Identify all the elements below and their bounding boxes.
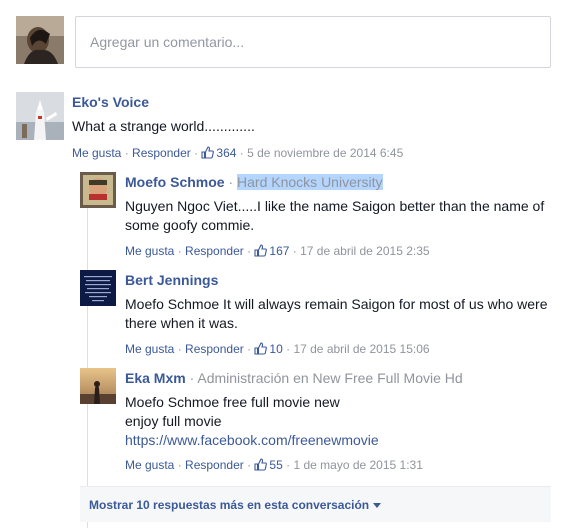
reply-text-line: enjoy full movie [125, 413, 222, 429]
author-avatar[interactable] [80, 172, 116, 208]
reply-link[interactable]: Responder [132, 146, 191, 160]
reply-actions: Me gusta · Responder · 55 · 1 de mayo de… [125, 458, 423, 474]
comment-actions: Me gusta · Responder · 364 · 5 de noviem… [72, 146, 404, 162]
reply: Eka Mxm · Administración en New Free Ful… [80, 368, 551, 476]
reply-link[interactable]: Responder [185, 342, 244, 356]
comment-composer: Agregar un comentario... [16, 16, 551, 68]
like-link[interactable]: Me gusta [125, 342, 174, 356]
reply-link[interactable]: Responder [185, 244, 244, 258]
like-thumb-icon[interactable] [254, 342, 268, 358]
reply-body: Moefo Schmoe · Hard Knocks University Ng… [125, 174, 551, 235]
current-user-avatar [16, 16, 64, 64]
reply-author[interactable]: Bert Jennings [125, 272, 218, 288]
like-link[interactable]: Me gusta [125, 458, 174, 472]
reply-timestamp[interactable]: 17 de abril de 2015 15:06 [293, 342, 429, 356]
like-thumb-icon[interactable] [254, 458, 268, 474]
author-avatar[interactable] [80, 270, 116, 306]
reply: Moefo Schmoe · Hard Knocks University Ng… [80, 172, 551, 262]
like-count[interactable]: 167 [269, 244, 289, 258]
like-thumb-icon[interactable] [201, 146, 215, 162]
author-avatar[interactable] [80, 368, 116, 404]
reply-author[interactable]: Eka Mxm [125, 370, 186, 386]
reply-body: Eka Mxm · Administración en New Free Ful… [125, 370, 551, 450]
reply-actions: Me gusta · Responder · 167 · 17 de abril… [125, 244, 430, 260]
caret-down-icon [373, 503, 382, 508]
comment-text: What a strange world............. [72, 118, 255, 134]
reply-timestamp[interactable]: 17 de abril de 2015 2:35 [300, 244, 429, 258]
show-more-replies-link[interactable]: Mostrar 10 respuestas más en esta conver… [89, 498, 382, 512]
reply-author[interactable]: Moefo Schmoe [125, 174, 225, 190]
like-link[interactable]: Me gusta [72, 146, 121, 160]
reply-body: Bert Jennings Moefo Schmoe It will alway… [125, 272, 551, 333]
comment-timestamp[interactable]: 5 de noviembre de 2014 6:45 [247, 146, 403, 160]
comment-author[interactable]: Eko's Voice [72, 94, 149, 110]
reply-text: Moefo Schmoe It will always remain Saigo… [125, 296, 548, 331]
reply-actions: Me gusta · Responder · 10 · 17 de abril … [125, 342, 430, 358]
like-count[interactable]: 364 [216, 146, 236, 160]
comment: Eko's Voice What a strange world........… [16, 92, 551, 162]
reply: Bert Jennings Moefo Schmoe It will alway… [80, 270, 551, 360]
comment-body: Eko's Voice What a strange world........… [72, 94, 551, 136]
comment-input-placeholder: Agregar un comentario... [90, 34, 245, 50]
comment-input[interactable]: Agregar un comentario... [75, 16, 551, 68]
like-count[interactable]: 10 [269, 342, 282, 356]
reply-text: Nguyen Ngoc Viet.....I like the name Sai… [125, 198, 545, 233]
like-count[interactable]: 55 [269, 458, 282, 472]
reply-link-url[interactable]: https://www.facebook.com/freenewmovie [125, 431, 551, 450]
like-thumb-icon[interactable] [254, 244, 268, 260]
reply-timestamp[interactable]: 1 de mayo de 2015 1:31 [293, 458, 422, 472]
author-avatar[interactable] [16, 92, 64, 140]
author-affiliation[interactable]: Hard Knocks University [237, 174, 383, 190]
reply-text-line: Moefo Schmoe free full movie new [125, 394, 340, 410]
show-more-replies-bar[interactable]: Mostrar 10 respuestas más en esta conver… [80, 486, 551, 522]
author-affiliation[interactable]: Administración en New Free Full Movie Hd [197, 370, 462, 386]
like-link[interactable]: Me gusta [125, 244, 174, 258]
reply-link[interactable]: Responder [185, 458, 244, 472]
